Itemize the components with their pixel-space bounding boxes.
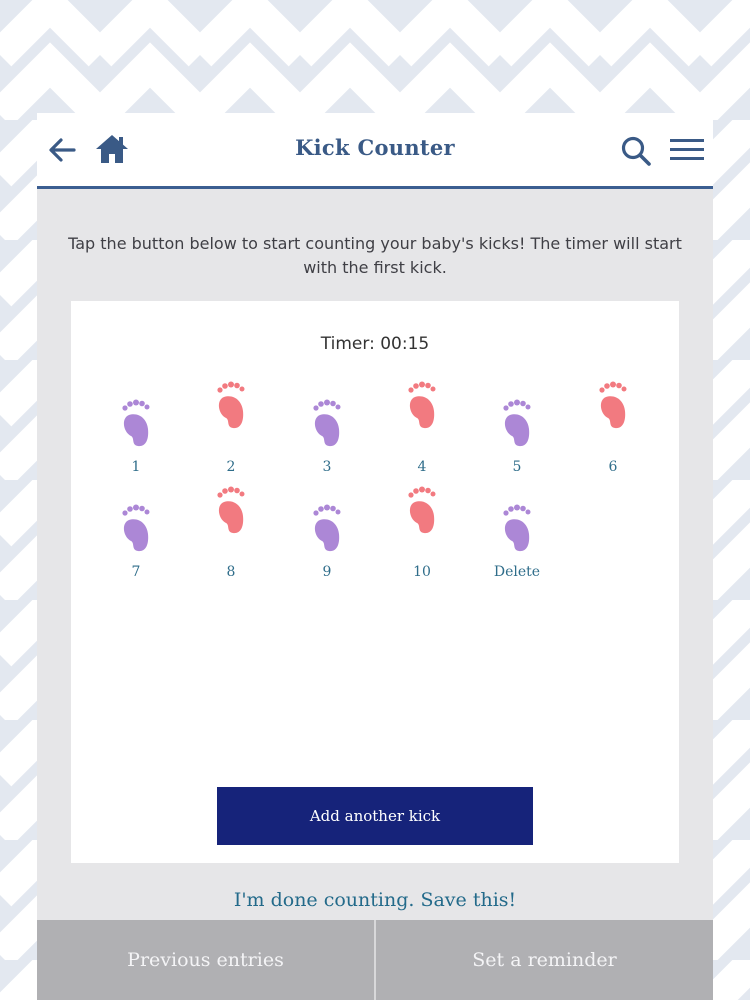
kick-number: 7 (131, 564, 141, 580)
kick-item[interactable] (191, 486, 271, 536)
search-button[interactable] (620, 135, 652, 167)
footprint-icon (122, 399, 150, 447)
footprint-icon (408, 486, 436, 534)
kick-item[interactable] (96, 399, 176, 449)
footprint-icon (313, 504, 341, 552)
kick-label: 5 (477, 453, 557, 475)
footprint-icon (503, 504, 531, 552)
kick-item[interactable] (191, 381, 271, 431)
menu-button[interactable] (669, 137, 705, 163)
kick-item[interactable] (382, 381, 462, 431)
menu-icon (670, 139, 704, 160)
instructions-text: Tap the button below to start counting y… (68, 234, 682, 277)
footprint-icon (217, 486, 245, 534)
kick-item[interactable] (382, 486, 462, 536)
kick-number: 8 (226, 564, 236, 580)
footprint-icon (122, 504, 150, 552)
previous-entries-button[interactable]: Previous entries (37, 920, 374, 1000)
delete-kick-item[interactable] (477, 504, 557, 554)
kick-label: 9 (287, 558, 367, 580)
kick-label: 10 (382, 558, 462, 580)
app-panel: Kick Counter Tap the button below to sta… (37, 113, 713, 1000)
kick-item[interactable] (477, 399, 557, 449)
kick-label: 8 (191, 558, 271, 580)
footprint-icon (217, 381, 245, 429)
kick-number: Delete (493, 564, 541, 580)
kick-number: 10 (413, 564, 431, 580)
page-title: Kick Counter (295, 135, 455, 160)
kick-label: 1 (96, 453, 176, 475)
kick-number: 5 (512, 459, 522, 475)
set-reminder-button[interactable]: Set a reminder (376, 920, 713, 1000)
kick-label: Delete (477, 558, 557, 580)
kick-label: 4 (382, 453, 462, 475)
kick-number: 2 (226, 459, 236, 475)
footprint-icon (503, 399, 531, 447)
kick-number: 6 (608, 459, 618, 475)
timer-value: 00:15 (380, 334, 430, 354)
footprint-icon (313, 399, 341, 447)
timer-label: Timer: (320, 334, 375, 354)
footprint-icon (599, 381, 627, 429)
kick-item[interactable] (96, 504, 176, 554)
search-icon (621, 136, 651, 166)
add-kick-button[interactable]: Add another kick (217, 787, 533, 845)
timer-display: Timer: 00:15 (71, 334, 679, 354)
kick-item[interactable] (287, 399, 367, 449)
kick-item[interactable] (287, 504, 367, 554)
kick-number: 9 (322, 564, 332, 580)
kick-number: 4 (417, 459, 427, 475)
app-header: Kick Counter (37, 113, 713, 189)
kick-card: Timer: 00:15 1 2 3 4 5 6 7 8 9 10 Delete Add anoth… (71, 301, 679, 863)
kick-label: 7 (96, 558, 176, 580)
bottom-bar: Previous entries Set a reminder (37, 920, 713, 1000)
kick-number: 1 (131, 459, 141, 475)
kick-label: 6 (573, 453, 653, 475)
kick-label: 2 (191, 453, 271, 475)
kick-label: 3 (287, 453, 367, 475)
footprint-icon (408, 381, 436, 429)
save-done-link[interactable]: I'm done counting. Save this! (37, 889, 713, 911)
kick-item[interactable] (573, 381, 653, 431)
kick-number: 3 (322, 459, 332, 475)
